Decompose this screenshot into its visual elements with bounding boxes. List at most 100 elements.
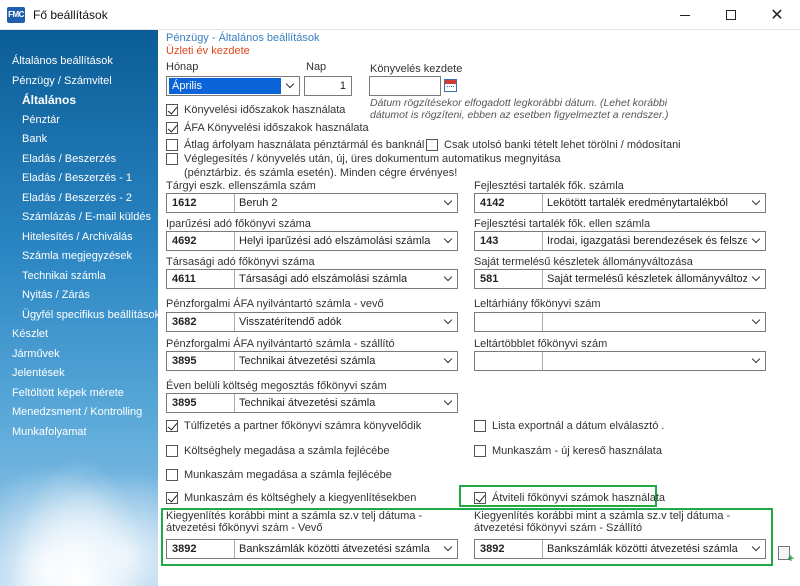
checkbox[interactable] [474,492,486,504]
maximize-button[interactable] [708,0,754,30]
combo-tarsasagi[interactable]: 4611 Társasági adó elszámolási számla [166,269,458,289]
month-label: Hónap [166,61,199,73]
checkbox[interactable] [474,420,486,432]
day-input[interactable]: 1 [304,76,352,96]
sidebar-item[interactable]: Feltöltött képek mérete [0,384,158,404]
close-button[interactable]: ✕ [754,0,800,30]
account-name: Lekötött tartalék eredménytartalékból [547,197,728,209]
sidebar-item[interactable]: Eladás / Beszerzés - 2 [0,189,158,209]
check-veglegesites[interactable]: Véglegesítés / könyvelés után, új, üres … [166,152,616,180]
minimize-button[interactable] [662,0,708,30]
combo-afa-vevo[interactable]: 3682 Visszatérítendő adók [166,312,458,332]
checkbox[interactable] [166,104,178,116]
check-tulfizetes[interactable]: Túlfizetés a partner főkönyvi számra kön… [166,419,421,433]
chevron-down-icon[interactable] [439,540,457,558]
sidebar-item[interactable]: Menedzsment / Kontrolling [0,403,158,423]
combo-targyi[interactable]: 1612 Beruh 2 [166,193,458,213]
label-tarsasagi: Társasági adó főkönyvi száma [166,256,315,268]
check-koltseghely[interactable]: Költséghely megadása a számla fejlécébe [166,444,389,458]
chevron-down-icon[interactable] [439,313,457,331]
account-name: Helyi iparűzési adó elszámolási számla [239,235,431,247]
chevron-down-icon[interactable] [747,270,765,288]
sidebar-item[interactable]: Jelentések [0,364,158,384]
check-munkaszam-fejlec[interactable]: Munkaszám megadása a számla fejlécébe [166,468,392,482]
checkbox[interactable] [474,445,486,457]
label-kiegy-vevo: Kiegyenlítés korábbi mint a számla sz.v … [166,510,423,534]
combo-kiegy-vevo[interactable]: 3892 Bankszámlák közötti átvezetési szám… [166,539,458,559]
window-title: Fő beállítások [33,7,108,22]
start-date-label: Könyvelés kezdete [370,63,463,75]
combo-leltarhiany[interactable] [474,312,766,332]
chevron-down-icon[interactable] [747,194,765,212]
account-code [475,313,543,331]
sidebar-item[interactable]: Készlet [0,325,158,345]
chevron-down-icon[interactable] [439,232,457,250]
checkbox-label: Költséghely megadása a számla fejlécébe [184,445,390,457]
sidebar-item[interactable]: Technikai számla [0,267,158,287]
checkbox[interactable] [166,492,178,504]
account-code: 3682 [167,313,235,331]
check-utolso-banki[interactable]: Csak utolsó banki tételt lehet törölni /… [426,138,681,152]
account-code: 3892 [475,540,543,558]
label-even-belul: Éven belüli költség megosztás főkönyvi s… [166,380,387,392]
checkbox-label: Túlfizetés a partner főkönyvi számra kön… [184,420,422,432]
checkbox[interactable] [426,139,438,151]
check-konyvelesi-idoszakok[interactable]: Könyvelési időszakok használata [166,103,345,117]
sidebar-item[interactable]: Pénztár [0,111,158,131]
check-atviteli[interactable]: Átviteli főkönyvi számok használata [474,491,665,505]
sidebar-item[interactable]: Ügyfél specifikus beállítások [0,306,158,326]
sidebar-item[interactable]: Számla megjegyzések [0,247,158,267]
combo-leltartobblet[interactable] [474,351,766,371]
checkbox[interactable] [166,139,178,151]
start-date-input[interactable] [369,76,441,96]
chevron-down-icon[interactable] [439,194,457,212]
sidebar-item[interactable]: Eladás / Beszerzés [0,150,158,170]
minimize-icon [680,14,690,16]
account-name: Beruh 2 [239,197,278,209]
label-iparuzesi: Iparűzési adó főkönyvi száma [166,218,311,230]
chevron-down-icon[interactable] [439,270,457,288]
check-atlag-arfolyam[interactable]: Átlag árfolyam használata pénztármál és … [166,138,424,152]
sidebar-item[interactable]: Bank [0,130,158,150]
check-munkaszam-kereso[interactable]: Munkaszám - új kereső használata [474,444,662,458]
sidebar-item[interactable]: Pénzügy / Számvitel [0,72,158,92]
check-afa-idoszakok[interactable]: ÁFA Könyvelési időszakok használata [166,121,369,135]
calendar-icon[interactable] [444,79,457,92]
chevron-down-icon[interactable] [747,232,765,250]
checkbox-label: Munkaszám - új kereső használata [492,445,662,457]
add-document-icon[interactable] [778,546,794,565]
sidebar-item[interactable]: Általános beállítások [0,52,158,72]
month-select[interactable]: Április [166,76,300,96]
checkbox[interactable] [166,445,178,457]
chevron-down-icon[interactable] [747,352,765,370]
chevron-down-icon[interactable] [281,79,299,89]
account-code: 3895 [167,352,235,370]
account-code: 4611 [167,270,235,288]
sidebar-item[interactable]: Általános [0,91,158,111]
chevron-down-icon[interactable] [439,352,457,370]
sidebar-item[interactable]: Járművek [0,345,158,365]
check-munkaszam-kiegyenlites[interactable]: Munkaszám és költséghely a kiegyenlítése… [166,491,416,505]
checkbox[interactable] [166,469,178,481]
combo-iparuzesi[interactable]: 4692 Helyi iparűzési adó elszámolási szá… [166,231,458,251]
combo-sajat[interactable]: 581 Saját termelésű készletek állományvá… [474,269,766,289]
sidebar-cloud-decoration [0,436,158,586]
combo-fejlesztesi[interactable]: 4142 Lekötött tartalék eredménytartalékb… [474,193,766,213]
checkbox[interactable] [166,122,178,134]
checkbox[interactable] [166,153,178,165]
sidebar-item[interactable]: Eladás / Beszerzés - 1 [0,169,158,189]
checkbox-label: Átviteli főkönyvi számok használata [492,492,666,504]
chevron-down-icon[interactable] [439,394,457,412]
sidebar-item[interactable]: Hitelesítés / Archiválás [0,228,158,248]
chevron-down-icon[interactable] [747,540,765,558]
chevron-down-icon[interactable] [747,313,765,331]
combo-kiegy-szallito[interactable]: 3892 Bankszámlák közötti átvezetési szám… [474,539,766,559]
sidebar-item[interactable]: Számlázás / E-mail küldés [0,208,158,228]
combo-afa-szallito[interactable]: 3895 Technikai átvezetési számla [166,351,458,371]
checkbox[interactable] [166,420,178,432]
combo-even-belul[interactable]: 3895 Technikai átvezetési számla [166,393,458,413]
check-lista-export[interactable]: Lista exportnál a dátum elválasztó . [474,419,664,433]
combo-fejlesztesi-ellen[interactable]: 143 Irodai, igazgatási berendezések és f… [474,231,766,251]
sidebar-item[interactable]: Munkafolyamat [0,423,158,443]
sidebar-item[interactable]: Nyitás / Zárás [0,286,158,306]
